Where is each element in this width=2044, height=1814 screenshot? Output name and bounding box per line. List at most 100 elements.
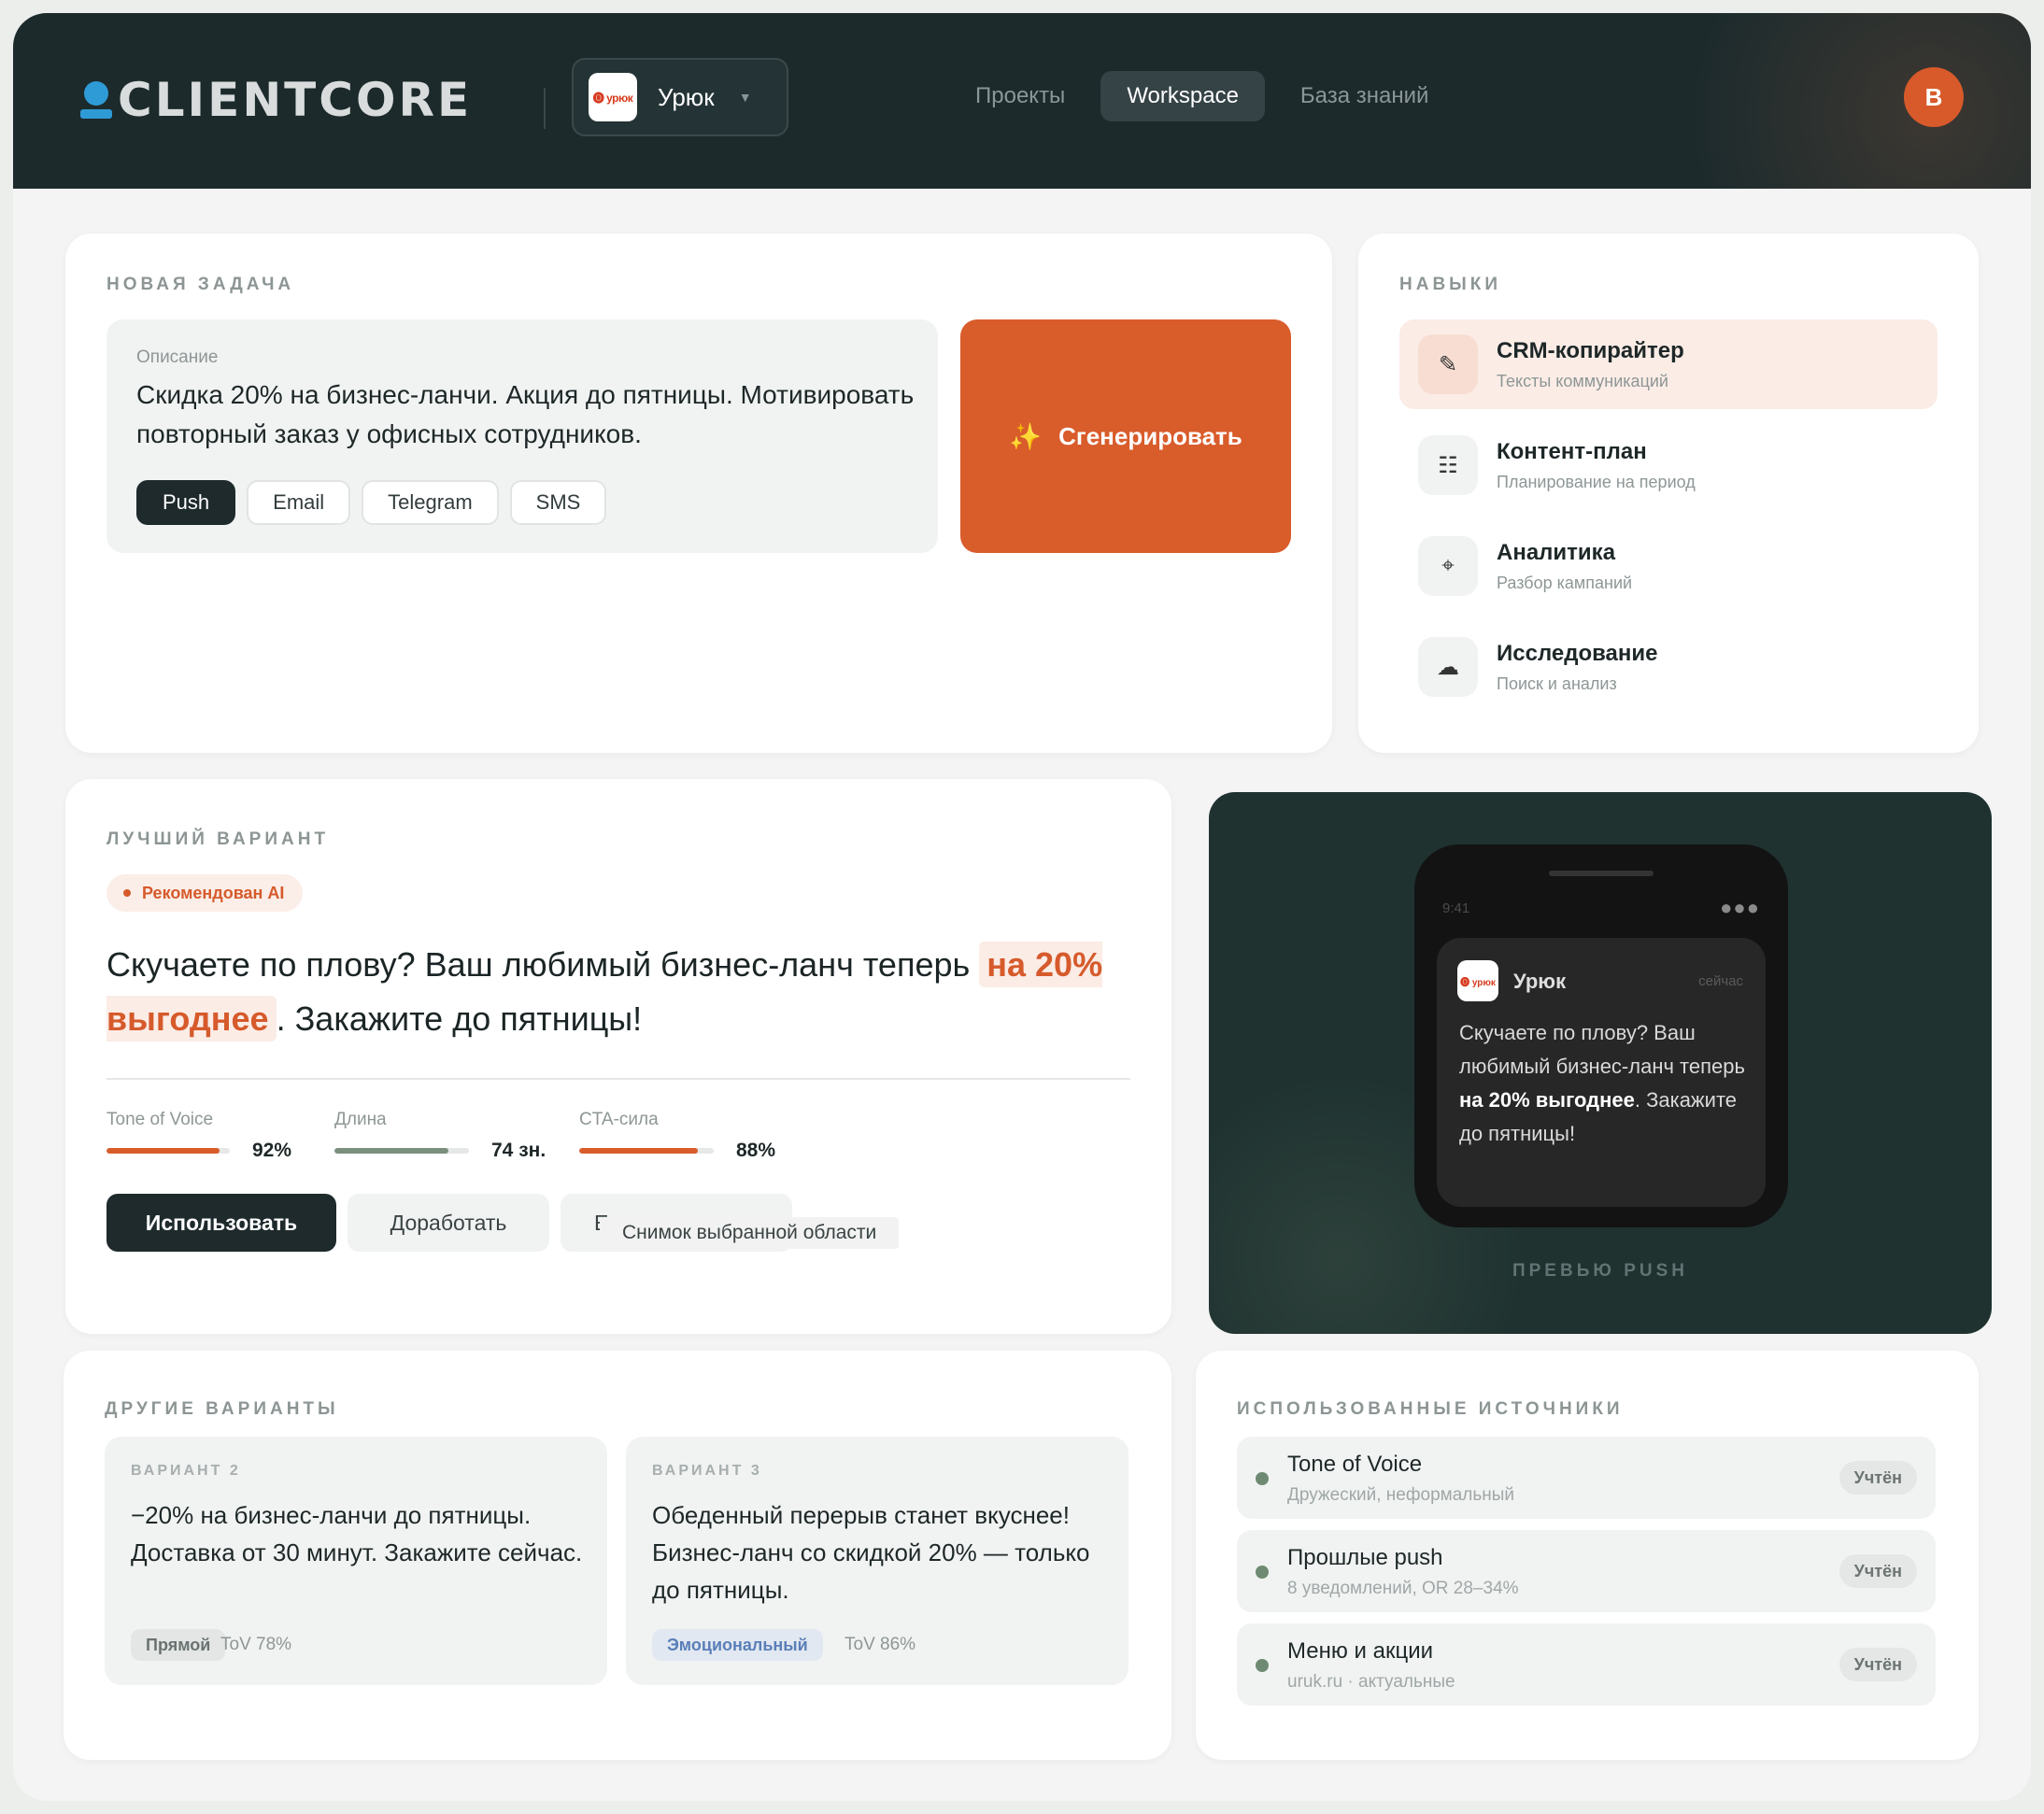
tov-score: ToV 86% [845, 1635, 916, 1654]
phone-time: 9:41 [1442, 900, 1470, 916]
metric-cta-strength: CTA-сила 88% [579, 1110, 775, 1162]
skill-subtitle: Разбор кампаний [1497, 574, 1633, 592]
best-variant-card: ЛУЧШИЙ ВАРИАНТ Рекомендован AI Скучаете … [65, 779, 1171, 1334]
section-title: ДРУГИЕ ВАРИАНТЫ [105, 1399, 339, 1419]
uryuk-logo: 🅞 урюк [589, 73, 637, 121]
source-subtitle: 8 уведомлений, OR 28–34% [1287, 1579, 1519, 1598]
metric-bar [579, 1148, 714, 1154]
nav-knowledge-base[interactable]: База знаний [1274, 71, 1455, 121]
source-subtitle: Дружеский, неформальный [1287, 1485, 1515, 1505]
skill-content-plan[interactable]: ☷ Контент-план Планирование на период [1399, 420, 1938, 510]
uryuk-logo: 🅞 урюк [1457, 960, 1498, 1001]
variant-text: Обеденный перерыв станет вкуснее! Бизнес… [652, 1501, 1090, 1604]
use-button[interactable]: Использовать [106, 1194, 336, 1252]
variant-2-card[interactable]: ВАРИАНТ 2 −20% на бизнес-ланчи до пятниц… [105, 1437, 607, 1685]
description-field[interactable]: Описание Скидка 20% на бизнес-ланчи. Акц… [106, 319, 938, 553]
skill-crm-copywriter[interactable]: ✎ CRM-копирайтер Тексты коммуникаций [1399, 319, 1938, 409]
other-variants-card: ДРУГИЕ ВАРИАНТЫ ВАРИАНТ 2 −20% на бизнес… [64, 1351, 1171, 1760]
variant-3-card[interactable]: ВАРИАНТ 3 Обеденный перерыв станет вкусн… [626, 1437, 1128, 1685]
text-bold: на 20% выгоднее [1459, 1088, 1635, 1112]
generate-button[interactable]: ✨ Сгенерировать [960, 319, 1291, 553]
channel-sms[interactable]: SMS [509, 480, 607, 525]
logo-divider [544, 88, 546, 129]
variant-text: −20% на бизнес-ланчи до пятницы. Доставк… [131, 1501, 583, 1566]
main-nav: Проекты Workspace База знаний [949, 71, 1455, 121]
section-title: ИСПОЛЬЗОВАННЫЕ ИСТОЧНИКИ [1237, 1399, 1624, 1419]
text-part: . Закажите до пятницы! [276, 999, 643, 1038]
nav-projects[interactable]: Проекты [949, 71, 1091, 121]
ai-recommended-badge: Рекомендован AI [106, 874, 304, 912]
source-title: Tone of Voice [1287, 1452, 1423, 1477]
sources-card: ИСПОЛЬЗОВАННЫЕ ИСТОЧНИКИ Tone of Voice Д… [1196, 1351, 1979, 1760]
refine-button[interactable]: Доработать [348, 1194, 549, 1252]
workspace-name: Урюк [658, 82, 715, 111]
metric-length: Длина 74 зн. [334, 1110, 546, 1162]
sparkle-icon: ✨ [1009, 421, 1043, 451]
tov-score: ToV 78% [220, 1635, 292, 1654]
preview-label: ПРЕВЬЮ PUSH [1512, 1261, 1689, 1281]
source-status-badge: Учтён [1838, 1554, 1917, 1588]
style-tag: Эмоциональный [652, 1629, 823, 1661]
chevron-down-icon: ▼ [738, 90, 752, 105]
text-part: Скучаете по плову? Ваш любимый бизнес-ла… [1459, 1021, 1745, 1078]
source-title: Прошлые push [1287, 1545, 1443, 1570]
notification-app-name: Урюк [1513, 970, 1567, 993]
skill-title: CRM-копирайтер [1497, 338, 1684, 363]
clientcore-logo[interactable]: CLIENTCORE [80, 75, 472, 125]
status-dot-icon [1256, 1472, 1269, 1485]
channel-email[interactable]: Email [247, 480, 351, 525]
phone-notch [1549, 871, 1654, 876]
skill-title: Аналитика [1497, 540, 1616, 565]
skill-title: Контент-план [1497, 439, 1647, 464]
source-item[interactable]: Tone of Voice Дружеский, неформальный Уч… [1237, 1437, 1936, 1519]
divider [106, 1078, 1130, 1080]
badge-label: Рекомендован AI [142, 884, 285, 902]
text-part: Скучаете по плову? Ваш любимый бизнес-ла… [106, 945, 971, 984]
new-task-card: НОВАЯ ЗАДАЧА Описание Скидка 20% на бизн… [65, 234, 1332, 753]
metric-bar [106, 1148, 230, 1154]
workspace-switcher[interactable]: 🅞 урюк Урюк ▼ [572, 58, 788, 136]
metric-tone-of-voice: Tone of Voice 92% [106, 1110, 291, 1162]
badge-dot-icon [123, 888, 131, 897]
source-status-badge: Учтён [1838, 1648, 1917, 1681]
skill-subtitle: Тексты коммуникаций [1497, 372, 1668, 390]
source-subtitle: uruk.ru · актуальные [1287, 1672, 1455, 1692]
push-preview-panel: 9:41 ●●● 🅞 урюк Урюк сейчас Скучаете по … [1209, 792, 1992, 1334]
channel-selector: Push Email Telegram SMS [136, 480, 607, 525]
skills-card: НАВЫКИ ✎ CRM-копирайтер Тексты коммуника… [1358, 234, 1979, 753]
nav-workspace[interactable]: Workspace [1100, 71, 1265, 121]
style-tag: Прямой [131, 1629, 226, 1661]
app-window: CLIENTCORE 🅞 урюк Урюк ▼ Проекты Workspa… [13, 13, 2031, 1801]
notification-text: Скучаете по плову? Ваш любимый бизнес-ла… [1459, 1016, 1756, 1151]
metric-label: Длина [334, 1110, 387, 1129]
metric-value: 92% [252, 1140, 292, 1161]
top-bar: CLIENTCORE 🅞 урюк Урюк ▼ Проекты Workspa… [13, 13, 2031, 189]
screenshot-tooltip: Снимок выбранной области [600, 1217, 900, 1249]
variant-label: ВАРИАНТ 2 [131, 1463, 241, 1479]
skill-research[interactable]: ☁ Исследование Поиск и анализ [1399, 622, 1938, 712]
skill-analytics[interactable]: ⌖ Аналитика Разбор кампаний [1399, 521, 1938, 611]
source-title: Меню и акции [1287, 1638, 1434, 1664]
user-avatar[interactable]: B [1904, 67, 1964, 127]
source-item[interactable]: Меню и акции uruk.ru · актуальные Учтён [1237, 1623, 1936, 1706]
status-dots-icon: ●●● [1720, 896, 1760, 919]
metric-bar [334, 1148, 469, 1154]
metric-value: 88% [736, 1140, 776, 1161]
skill-subtitle: Поиск и анализ [1497, 674, 1617, 693]
best-variant-text: Скучаете по плову? Ваш любимый бизнес-ла… [106, 938, 1153, 1046]
channel-telegram[interactable]: Telegram [362, 480, 499, 525]
logo-text: CLIENTCORE [118, 73, 473, 127]
list-icon: ☷ [1418, 435, 1478, 495]
description-label: Описание [136, 347, 219, 367]
source-item[interactable]: Прошлые push 8 уведомлений, OR 28–34% Уч… [1237, 1530, 1936, 1612]
description-text[interactable]: Скидка 20% на бизнес-ланчи. Акция до пят… [136, 376, 921, 454]
status-dot-icon [1256, 1566, 1269, 1579]
pencil-icon: ✎ [1418, 334, 1478, 394]
variant-label: ВАРИАНТ 3 [652, 1463, 762, 1479]
section-title: НОВАЯ ЗАДАЧА [106, 275, 295, 294]
crosshair-icon: ⌖ [1418, 536, 1478, 596]
logo-person-icon [80, 79, 112, 120]
metric-label: Tone of Voice [106, 1110, 214, 1129]
section-title: ЛУЧШИЙ ВАРИАНТ [106, 829, 330, 849]
channel-push[interactable]: Push [136, 480, 236, 525]
